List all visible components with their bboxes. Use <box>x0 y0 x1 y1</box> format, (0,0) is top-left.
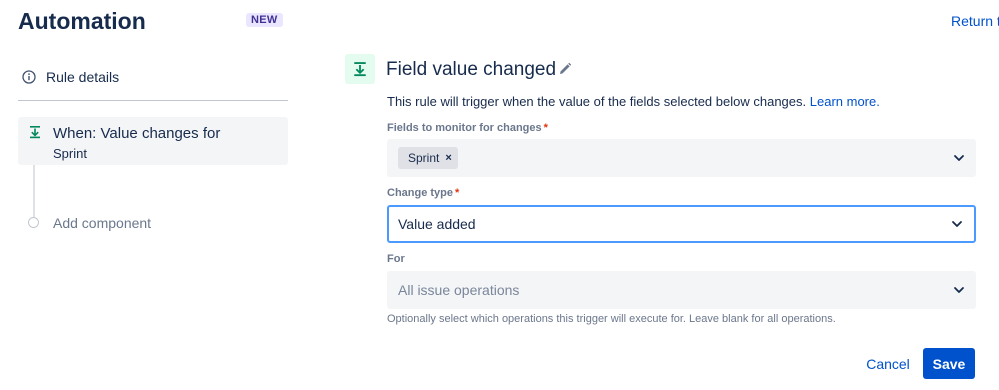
required-marker: * <box>543 122 548 134</box>
issue-operations-help-text: Optionally select which operations this … <box>387 313 836 325</box>
fields-to-monitor-label: Fields to monitor for changes * <box>387 122 548 134</box>
issue-operations-placeholder: All issue operations <box>398 282 520 298</box>
field-trigger-icon <box>29 125 41 139</box>
trigger-subtitle: Sprint <box>53 146 87 161</box>
chevron-down-icon <box>954 287 964 293</box>
field-trigger-icon <box>345 54 375 84</box>
chevron-down-icon <box>952 221 962 227</box>
issue-operations-select[interactable]: All issue operations <box>387 271 976 309</box>
fields-to-monitor-select[interactable]: Sprint × <box>387 139 976 177</box>
rule-details-label: Rule details <box>46 69 120 85</box>
selected-field-tag: Sprint × <box>398 147 458 169</box>
return-link[interactable]: Return t <box>951 13 999 29</box>
sidebar-item-trigger[interactable]: When: Value changes for Sprint <box>18 117 288 165</box>
sidebar-divider <box>18 100 288 101</box>
info-icon <box>22 70 36 84</box>
sidebar-item-rule-details[interactable]: Rule details <box>22 66 282 88</box>
page-title: Field value changed <box>386 59 557 80</box>
trigger-description: This rule will trigger when the value of… <box>387 94 880 109</box>
tag-label: Sprint <box>408 151 440 165</box>
new-badge: NEW <box>246 13 283 27</box>
learn-more-link[interactable]: Learn more. <box>810 94 880 109</box>
remove-tag-icon[interactable]: × <box>445 152 451 164</box>
chevron-down-icon <box>954 155 964 161</box>
change-type-value: Value added <box>398 216 476 232</box>
cancel-button[interactable]: Cancel <box>858 349 918 379</box>
fields-label-text: Fields to monitor for changes <box>387 122 542 134</box>
add-component-link[interactable]: Add component <box>53 215 151 231</box>
trigger-title: When: Value changes for <box>53 125 221 142</box>
change-type-select[interactable]: Value added <box>387 205 976 243</box>
description-text: This rule will trigger when the value of… <box>387 94 807 109</box>
app-title: Automation <box>18 8 146 34</box>
change-type-label: Change type * <box>387 187 459 199</box>
add-component-circle-icon <box>28 217 39 228</box>
for-label: For <box>387 253 405 265</box>
timeline-connector <box>33 165 35 217</box>
save-button[interactable]: Save <box>923 348 975 379</box>
required-marker: * <box>455 187 460 199</box>
pencil-icon[interactable] <box>558 62 572 76</box>
change-type-label-text: Change type <box>387 187 454 199</box>
